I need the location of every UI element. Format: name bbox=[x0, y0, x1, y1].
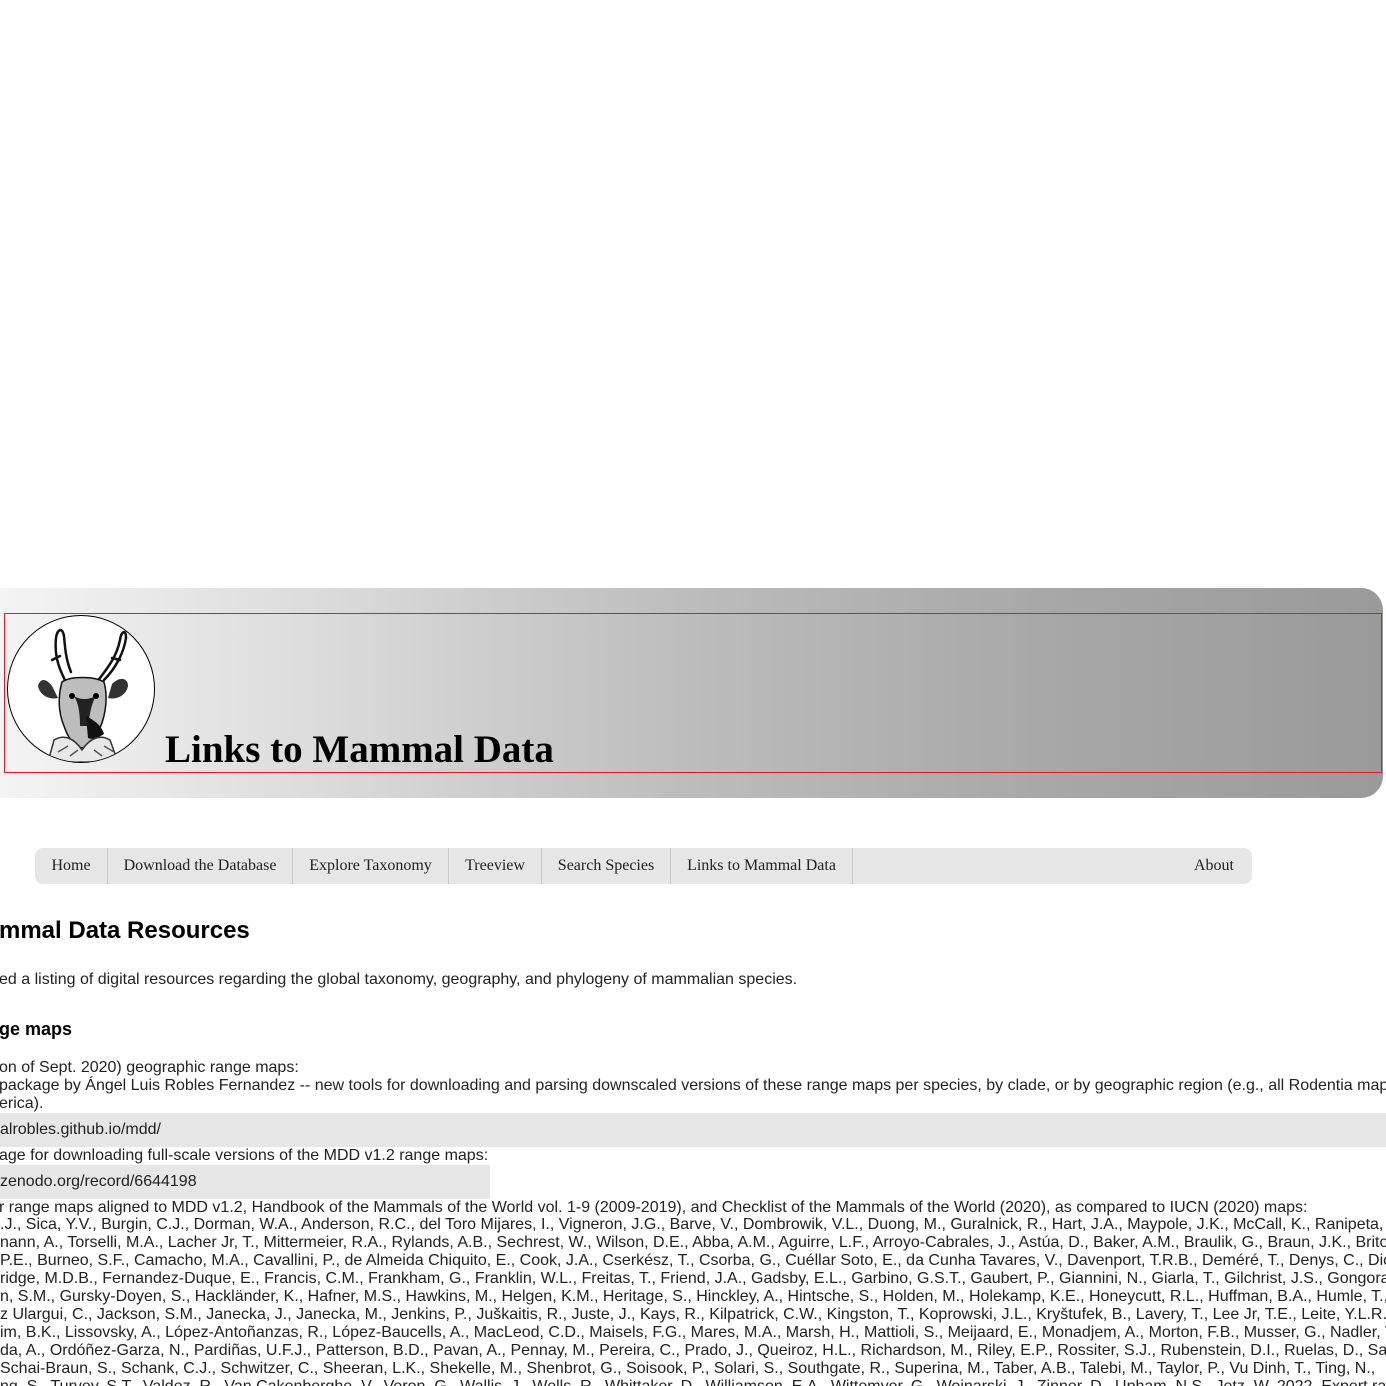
pronghorn-logo-icon[interactable] bbox=[7, 615, 155, 763]
zenodo-text: age for downloading full-scale versions … bbox=[0, 1147, 489, 1164]
citation-line: n, S.M., Gursky-Doyen, S., Hackländer, K… bbox=[0, 1288, 1386, 1305]
citation-line: ng, S., Turvey, S.T., Valdez, R., Van Ca… bbox=[0, 1378, 1386, 1386]
nav-about[interactable]: About bbox=[1175, 848, 1253, 884]
citation-line: .J., Sica, Y.V., Burgin, C.J., Dorman, W… bbox=[0, 1216, 1386, 1233]
page-heading: mmal Data Resources bbox=[0, 917, 250, 944]
header-frame: Links to Mammal Data bbox=[4, 613, 1382, 773]
citation-line: im, B.K., Lissovsky, A., López-Antoñanza… bbox=[0, 1324, 1386, 1341]
package-text-cont: erica). bbox=[0, 1095, 44, 1112]
citation-line: P.E., Burneo, S.F., Camacho, M.A., Caval… bbox=[0, 1252, 1386, 1269]
link-box-zenodo: zenodo.org/record/6644198 bbox=[0, 1165, 490, 1199]
citation-line: nann, A., Torselli, M.A., Lacher Jr, T.,… bbox=[0, 1234, 1386, 1251]
citation-line: da, A., Ordóñez-Garza, N., Pardiñas, U.F… bbox=[0, 1342, 1386, 1359]
nav-explore-taxonomy[interactable]: Explore Taxonomy bbox=[293, 848, 449, 884]
main-nav: Home Download the Database Explore Taxon… bbox=[35, 848, 1252, 884]
citation-line: Schai-Braun, S., Schank, C.J., Schwitzer… bbox=[0, 1360, 1376, 1377]
link-alrobles[interactable]: alrobles.github.io/mdd/ bbox=[0, 1121, 161, 1138]
link-zenodo[interactable]: zenodo.org/record/6644198 bbox=[0, 1173, 197, 1190]
citation-block: .J., Sica, Y.V., Burgin, C.J., Dorman, W… bbox=[0, 1216, 1386, 1386]
package-text: package by Ángel Luis Robles Fernandez -… bbox=[0, 1077, 1386, 1094]
range-maps-text: on of Sept. 2020) geographic range maps: bbox=[0, 1059, 299, 1076]
nav-treeview[interactable]: Treeview bbox=[449, 848, 542, 884]
header-banner: Links to Mammal Data bbox=[0, 588, 1383, 798]
nav-links-mammal-data[interactable]: Links to Mammal Data bbox=[671, 848, 853, 884]
site-title: Links to Mammal Data bbox=[165, 728, 554, 771]
section-heading: ge maps bbox=[0, 1019, 73, 1039]
link-box-mdd: alrobles.github.io/mdd/ bbox=[0, 1113, 1386, 1147]
citation-line: ridge, M.D.B., Fernandez-Duque, E., Fran… bbox=[0, 1270, 1386, 1287]
expert-maps-text: r range maps aligned to MDD v1.2, Handbo… bbox=[0, 1199, 1308, 1216]
nav-search-species[interactable]: Search Species bbox=[542, 848, 671, 884]
intro-text: ed a listing of digital resources regard… bbox=[0, 971, 798, 988]
nav-download-database[interactable]: Download the Database bbox=[108, 848, 293, 884]
citation-line: z Ulargui, C., Jackson, S.M., Janecka, J… bbox=[0, 1306, 1386, 1323]
nav-home[interactable]: Home bbox=[35, 848, 108, 884]
